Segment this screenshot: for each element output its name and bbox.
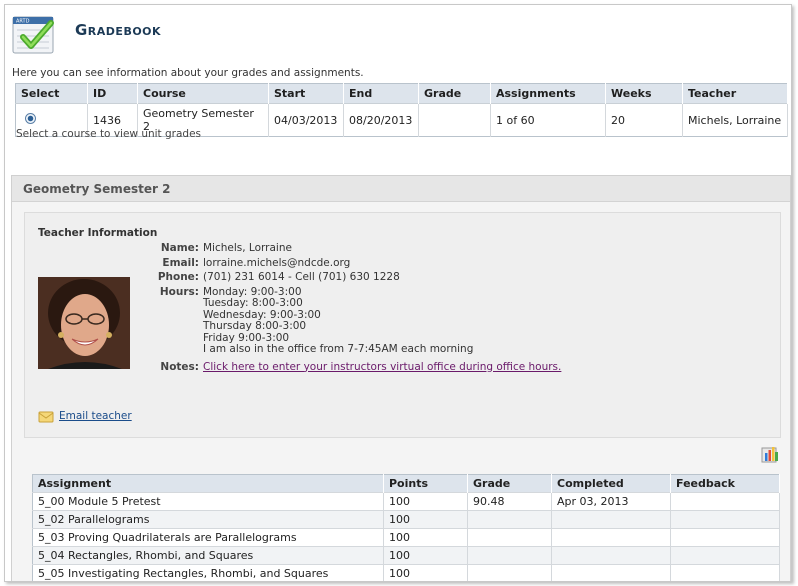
phone-label: Phone: <box>157 271 199 283</box>
assignment-feedback <box>670 564 780 581</box>
assignment-points: 100 <box>383 564 468 581</box>
assignment-points: 100 <box>383 510 468 529</box>
intro-text: Here you can see information about your … <box>12 67 364 79</box>
teacher-photo <box>38 277 130 369</box>
course-teacher: Michels, Lorraine <box>682 103 788 137</box>
assignment-name: 5_00 Module 5 Pretest <box>32 492 384 511</box>
assignment-completed <box>551 564 671 581</box>
select-course-hint: Select a course to view unit grades <box>16 128 202 140</box>
col-assignments: Assignments <box>490 83 606 104</box>
assignment-grade <box>467 528 552 547</box>
notes-label: Notes: <box>160 360 199 373</box>
col-start: Start <box>268 83 344 104</box>
assignment-completed <box>551 546 671 565</box>
assignment-feedback <box>670 528 780 547</box>
assignment-points: 100 <box>383 546 468 565</box>
email-teacher-link[interactable]: Email teacher <box>59 410 132 422</box>
col-course: Course <box>137 83 269 104</box>
teacher-phone: (701) 231 6014 - Cell (701) 630 1228 <box>203 271 400 283</box>
assignment-grade: 90.48 <box>467 492 552 511</box>
assignment-completed: Apr 03, 2013 <box>551 492 671 511</box>
assignment-grade <box>467 546 552 565</box>
col-weeks: Weeks <box>605 83 683 104</box>
table-row[interactable]: 5_05 Investigating Rectangles, Rhombi, a… <box>32 564 780 581</box>
course-detail-section: Geometry Semester 2 Teacher Information … <box>11 175 791 581</box>
section-title: Geometry Semester 2 <box>12 176 790 202</box>
email-label: Email: <box>162 256 199 269</box>
assignment-name: 5_05 Investigating Rectangles, Rhombi, a… <box>32 564 384 581</box>
name-label: Name: <box>160 242 199 254</box>
col-feedback: Feedback <box>670 474 780 493</box>
col-completed: Completed <box>551 474 671 493</box>
col-select: Select <box>15 83 88 104</box>
course-grade <box>418 103 491 137</box>
assignment-points: 100 <box>383 492 468 511</box>
assignments-table: Assignment Points Grade Completed Feedba… <box>32 474 780 581</box>
assignment-name: 5_02 Parallelograms <box>32 510 384 529</box>
course-assignments: 1 of 60 <box>490 103 606 137</box>
envelope-icon <box>38 411 54 423</box>
assignment-points: 100 <box>383 528 468 547</box>
page-header: ARTD Gradebook <box>11 11 411 57</box>
page-title: Gradebook <box>75 21 162 39</box>
hours-line: Thursday 8:00-3:00 <box>203 320 307 332</box>
gradebook-check-icon: ARTD <box>12 16 54 54</box>
hours-line: Tuesday: 8:00-3:00 <box>203 297 303 309</box>
assignment-name: 5_04 Rectangles, Rhombi, and Squares <box>32 546 384 565</box>
virtual-office-link[interactable]: Click here to enter your instructors vir… <box>203 361 561 373</box>
assignments-header: Assignment Points Grade Completed Feedba… <box>32 474 780 493</box>
table-row[interactable]: 5_00 Module 5 Pretest 100 90.48 Apr 03, … <box>32 492 780 511</box>
col-id: ID <box>87 83 138 104</box>
course-table-header: Select ID Course Start End Grade Assignm… <box>15 83 788 104</box>
course-select-radio[interactable] <box>25 113 36 124</box>
assignment-feedback <box>670 546 780 565</box>
email-teacher[interactable]: Email teacher <box>38 409 132 423</box>
assignment-feedback <box>670 492 780 511</box>
hours-line: I am also in the office from 7-7:45AM ea… <box>203 343 474 355</box>
assignment-grade <box>467 510 552 529</box>
assignment-grade <box>467 564 552 581</box>
assignment-feedback <box>670 510 780 529</box>
gradebook-window: ARTD Gradebook Here you can see informat… <box>4 4 792 582</box>
teacher-hours: Monday: 9:00-3:00 Tuesday: 8:00-3:00 Wed… <box>203 286 474 356</box>
assignment-completed <box>551 510 671 529</box>
table-row[interactable]: 5_02 Parallelograms 100 <box>32 510 780 529</box>
export-excel-icon[interactable] <box>760 444 780 464</box>
assignment-name: 5_03 Proving Quadrilaterals are Parallel… <box>32 528 384 547</box>
course-start: 04/03/2013 <box>268 103 344 137</box>
course-end: 08/20/2013 <box>343 103 419 137</box>
teacher-info-panel: Teacher Information Name: Michels, Lorra… <box>24 212 781 438</box>
teacher-email: lorraine.michels@ndcde.org <box>203 256 351 269</box>
course-weeks: 20 <box>605 103 683 137</box>
assignment-completed <box>551 528 671 547</box>
col-assignment: Assignment <box>32 474 384 493</box>
hours-label: Hours: <box>159 285 199 298</box>
teacher-details: Name: Michels, Lorraine Email: lorraine.… <box>133 242 562 376</box>
svg-text:ARTD: ARTD <box>16 19 30 25</box>
col-points: Points <box>383 474 468 493</box>
table-row[interactable]: 5_03 Proving Quadrilaterals are Parallel… <box>32 528 780 547</box>
teacher-name: Michels, Lorraine <box>203 242 292 254</box>
table-row[interactable]: 5_04 Rectangles, Rhombi, and Squares 100 <box>32 546 780 565</box>
col-grade: Grade <box>418 83 491 104</box>
col-end: End <box>343 83 419 104</box>
teacher-info-heading: Teacher Information <box>38 227 158 239</box>
col-grade: Grade <box>467 474 552 493</box>
col-teacher: Teacher <box>682 83 788 104</box>
